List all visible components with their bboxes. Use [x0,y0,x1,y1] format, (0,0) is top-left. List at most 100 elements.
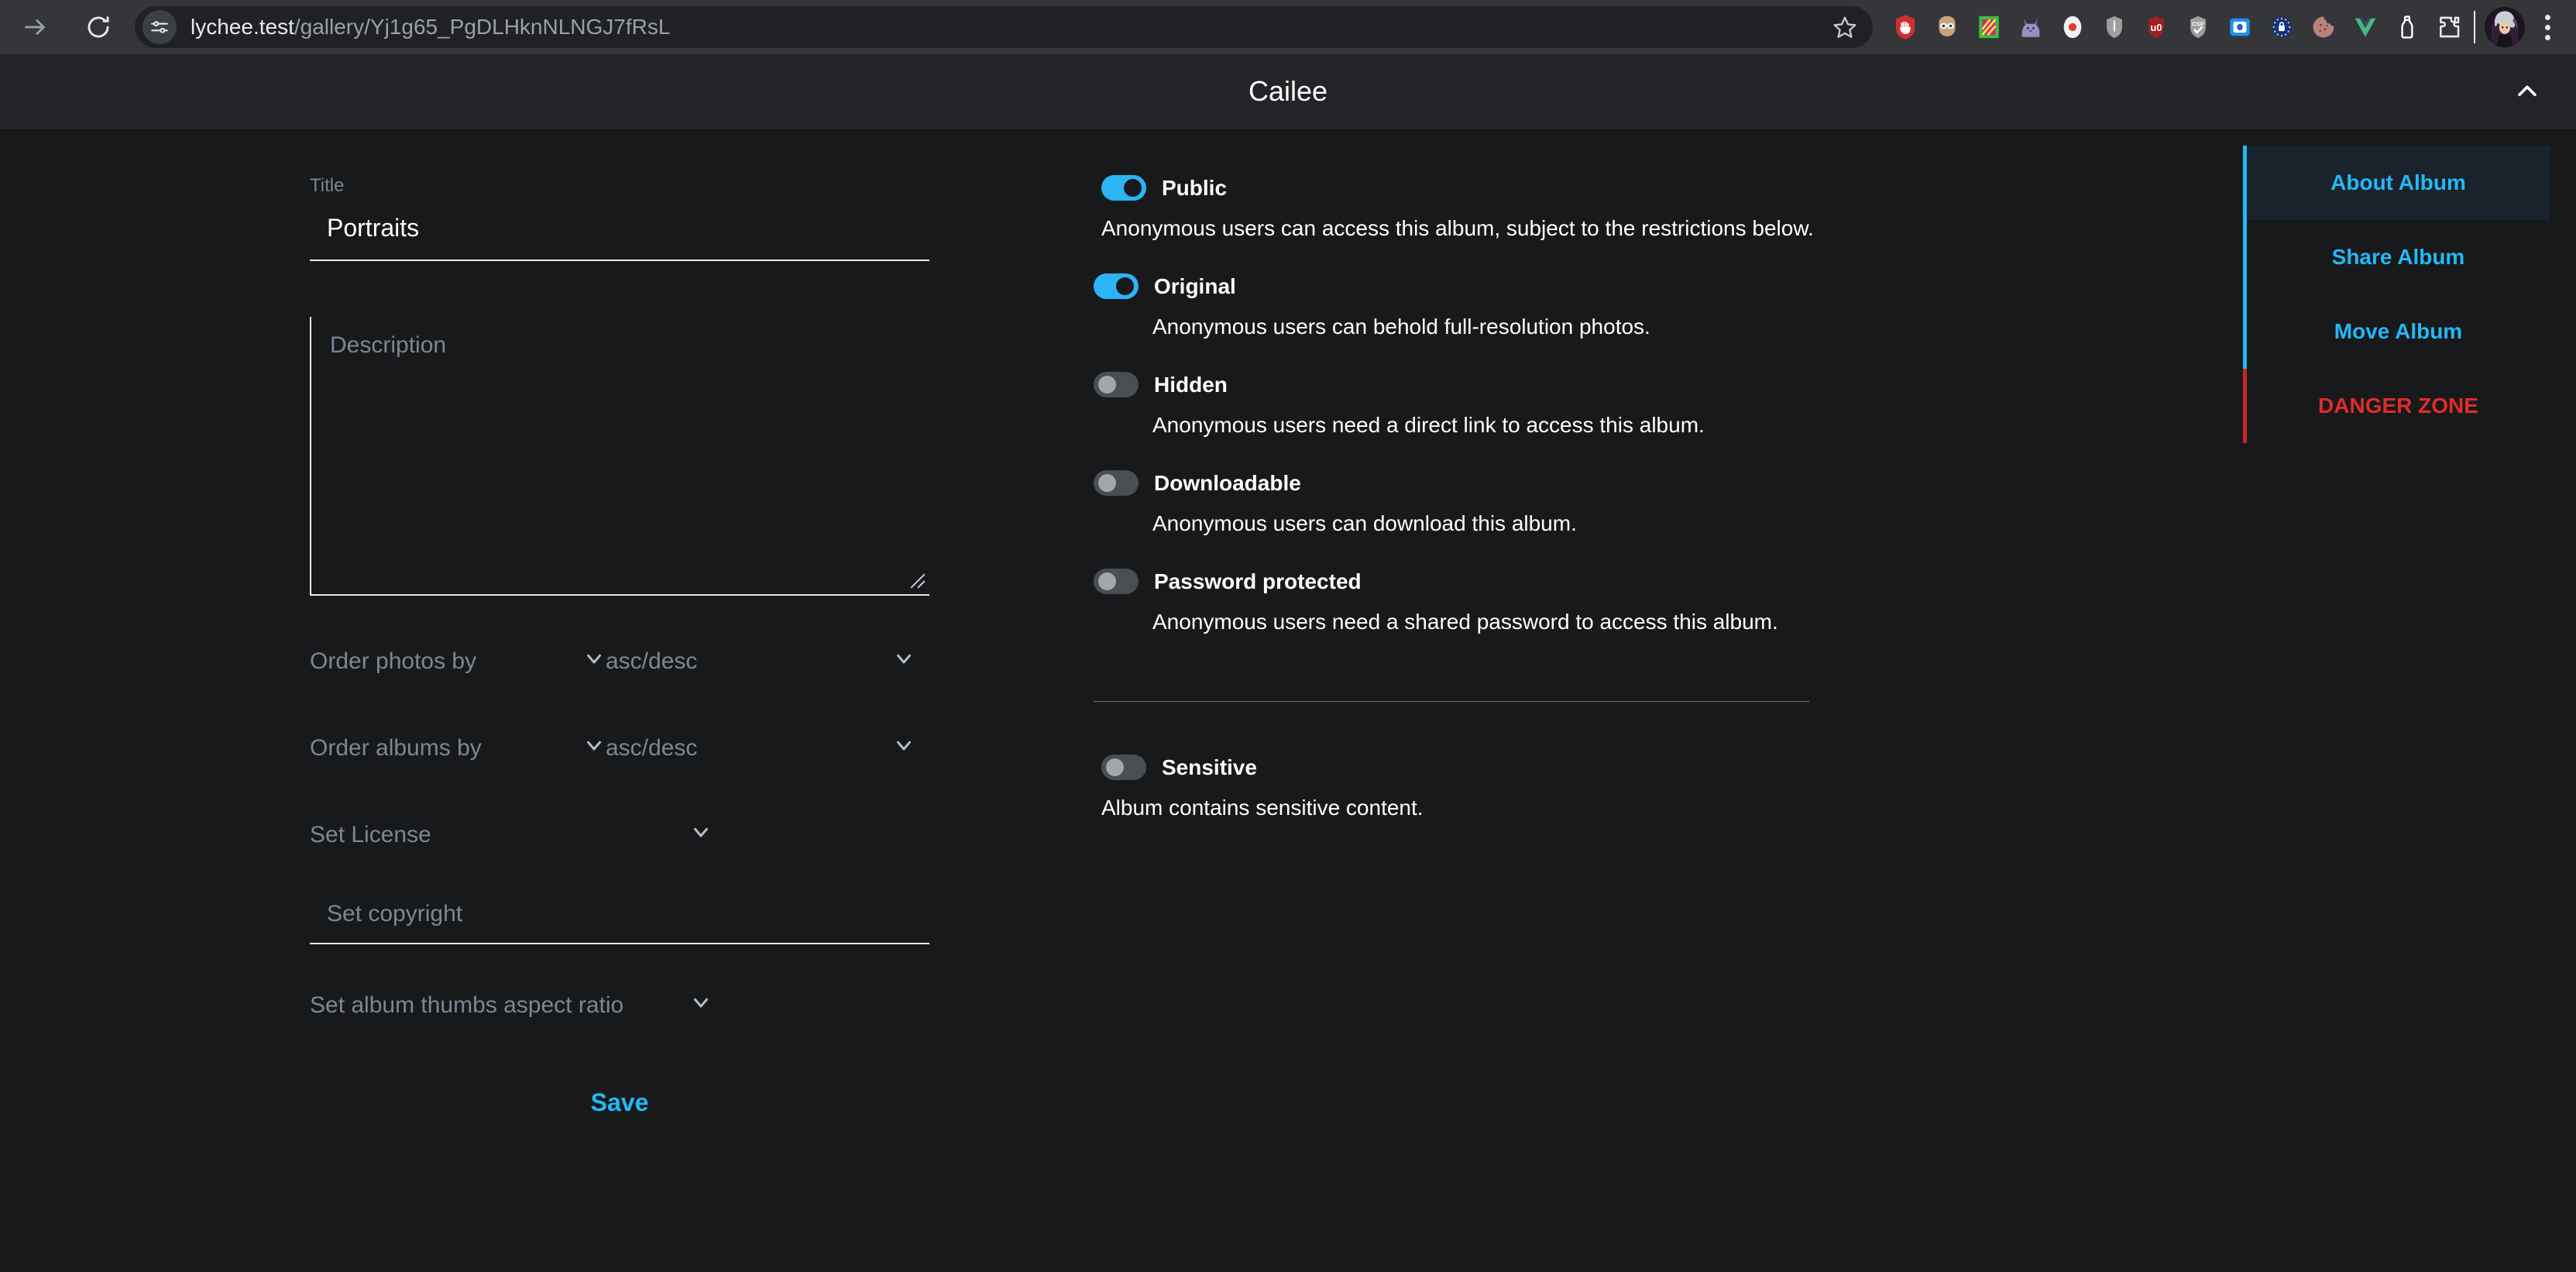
license-select[interactable]: Set License [310,813,713,858]
downloadable-toggle[interactable] [1094,470,1139,496]
password-protected-toggle[interactable] [1094,569,1139,594]
order-photos-row: Order photos by asc/desc [310,639,929,684]
order-photos-label: Order photos by [310,648,477,674]
license-label: Set License [310,822,431,847]
toolbar-divider [2474,11,2475,43]
hidden-toggle[interactable] [1094,372,1139,397]
colorful-square-icon[interactable] [1973,12,2004,43]
album-side-nav: About Album Share Album Move Album DANGE… [2243,146,2550,443]
order-photos-direction-value: asc/desc [606,648,698,674]
chevron-down-icon [892,734,915,763]
site-settings-button[interactable] [143,10,177,44]
ublock-origin-stop-icon[interactable] [1890,12,1921,43]
public-toggle-row[interactable]: Public [1101,175,1814,201]
toggle-group-original: Original Anonymous users can behold full… [1094,273,1814,339]
description-field-group [310,317,929,596]
public-toggle[interactable] [1101,175,1146,201]
url-path: /gallery/Yj1g65_PgDLHknNLNGJ7fRsL [294,15,671,39]
hidden-description: Anonymous users need a direct link to ac… [1152,413,1705,437]
original-description: Anonymous users can behold full-resoluti… [1152,315,1650,339]
order-photos-select[interactable]: Order photos by [310,639,606,684]
toggle-group-password: Password protected Anonymous users need … [1094,569,1814,634]
chevron-down-icon [689,991,713,1020]
reload-button[interactable] [74,3,122,51]
sidebar-item-share-album[interactable]: Share Album [2243,220,2550,294]
grey-shield-icon[interactable] [2099,12,2130,43]
purple-cat-icon[interactable] [2015,12,2046,43]
original-toggle-row[interactable]: Original [1094,273,1814,299]
chevron-down-icon [689,820,713,850]
chevron-down-icon [892,647,915,676]
sidebar-item-danger-zone[interactable]: DANGER ZONE [2243,369,2550,443]
title-input[interactable] [310,214,929,261]
sensitive-label: Sensitive [1162,755,1257,779]
original-label: Original [1154,273,1236,298]
bookmark-button[interactable] [1825,7,1865,47]
downloadable-toggle-row[interactable]: Downloadable [1094,470,1814,496]
hidden-toggle-row[interactable]: Hidden [1094,372,1814,397]
save-row: Save [310,1081,929,1125]
license-row: Set License [310,813,929,858]
forward-button[interactable] [11,3,59,51]
save-button[interactable]: Save [568,1081,672,1125]
sidebar-item-move-album[interactable]: Move Album [2243,294,2550,369]
sidebar-item-about-album[interactable]: About Album [2243,146,2550,220]
album-properties-form: Title Order photos by asc/desc [310,175,929,1125]
star-outline-icon [1833,16,1856,38]
address-bar[interactable]: lychee.test/gallery/Yj1g65_PgDLHknNLNGJ7… [135,6,1873,48]
blue-square-icon[interactable] [2224,12,2255,43]
title-label: Title [310,175,345,196]
page-title: Cailee [1248,74,1328,107]
cookie-icon[interactable] [2308,12,2339,43]
password-protected-label: Password protected [1154,569,1362,593]
ublock-shield-icon[interactable]: u0 [2141,12,2172,43]
downloadable-description: Anonymous users can download this album. [1152,511,1577,535]
eu-lock-icon[interactable] [2266,12,2297,43]
browser-toolbar: lychee.test/gallery/Yj1g65_PgDLHknNLNGJ7… [0,0,2576,54]
aspect-ratio-label: Set album thumbs aspect ratio [310,992,624,1018]
hidden-label: Hidden [1154,372,1228,397]
aspect-ratio-select[interactable]: Set album thumbs aspect ratio [310,983,713,1028]
three-dot-menu-icon [2544,14,2550,20]
album-edit-main: Title Order photos by asc/desc [0,129,2576,1271]
chevron-down-icon [582,647,606,676]
sensitive-toggle-row[interactable]: Sensitive [1101,755,1814,780]
toggle-group-sensitive: Sensitive Album contains sensitive conte… [1094,755,1814,820]
chevron-up-icon [2518,84,2537,96]
order-albums-direction-select[interactable]: asc/desc [606,726,915,771]
chrome-menu-button[interactable] [2530,7,2565,47]
title-field-group: Title [310,175,929,261]
sensitive-toggle[interactable] [1101,755,1146,780]
order-albums-select[interactable]: Order albums by [310,726,606,771]
order-photos-direction-select[interactable]: asc/desc [606,639,915,684]
password-protected-description: Anonymous users need a shared password t… [1152,610,1778,634]
puzzle-icon[interactable] [2433,12,2464,43]
sensitive-description: Album contains sensitive content. [1101,796,1424,820]
url-host: lychee.test [191,15,294,39]
password-toggle-row[interactable]: Password protected [1094,569,1814,594]
order-albums-direction-value: asc/desc [606,735,698,761]
profile-avatar[interactable] [2485,7,2525,47]
csp-shield-icon[interactable]: CSP [2183,12,2214,43]
downloadable-label: Downloadable [1154,470,1301,495]
public-description: Anonymous users can access this album, s… [1101,216,1814,240]
red-dot-record-icon[interactable] [2057,12,2088,43]
copyright-input[interactable] [310,901,929,944]
album-visibility-settings: Public Anonymous users can access this a… [1094,175,1814,820]
arrow-forward-icon [25,19,45,35]
album-header: Cailee [0,54,2576,129]
toggle-group-public: Public Anonymous users can access this a… [1094,175,1814,241]
copyright-field-group [310,901,929,944]
face-mask-icon[interactable] [1932,12,1963,43]
order-albums-row: Order albums by asc/desc [310,726,929,771]
toggle-group-downloadable: Downloadable Anonymous users can downloa… [1094,470,1814,536]
bottle-icon[interactable] [2392,12,2423,43]
original-toggle[interactable] [1094,273,1139,299]
collapse-button[interactable] [2508,72,2547,111]
reload-icon [88,16,109,38]
public-label: Public [1162,175,1228,200]
url-display[interactable]: lychee.test/gallery/Yj1g65_PgDLHknNLNGJ7… [191,15,1825,40]
vue-devtools-icon[interactable] [2350,12,2381,43]
svg-text:u0: u0 [2151,22,2162,33]
description-input[interactable] [310,317,929,596]
